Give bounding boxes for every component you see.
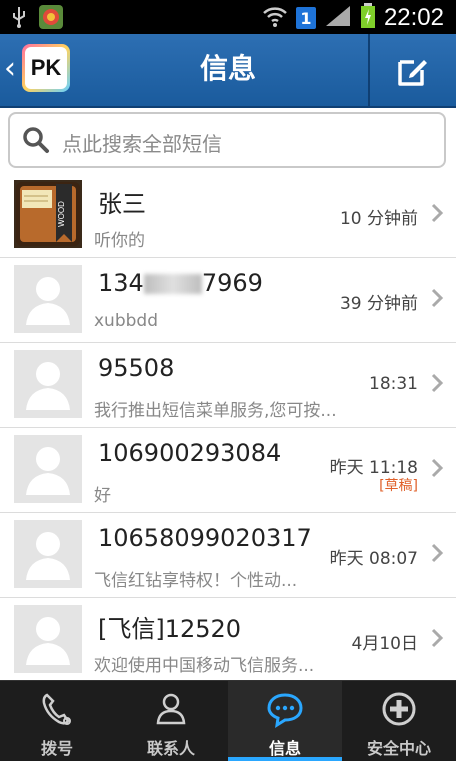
number-prefix: 134 [98, 269, 144, 297]
list-item[interactable]: 95508 我行推出短信菜单服务,您可按... 18:31 [0, 342, 456, 428]
signal-icon [324, 4, 352, 32]
message-time: 39 分钟前 [339, 294, 418, 314]
message-preview: 飞信红钻享特权！个性动... [94, 571, 298, 591]
list-item[interactable]: 10658099020317 飞信红钻享特权！个性动... 昨天 08:07 [0, 512, 456, 598]
app-notification-icon [38, 4, 64, 34]
app-header: ‹ PK 信息 [0, 34, 456, 108]
chevron-right-icon [430, 287, 444, 309]
contact-name: 张三 [98, 190, 146, 218]
avatar[interactable] [14, 265, 82, 333]
compose-icon[interactable] [396, 54, 430, 88]
list-item[interactable]: 134 7969 xubbdd 39 分钟前 [0, 257, 456, 343]
sim-slot-badge: 1 [295, 7, 316, 29]
default-contact-icon [14, 435, 82, 503]
contact-name: 134 7969 [98, 269, 263, 297]
contact-name: 95508 [98, 354, 175, 382]
message-time: 18:31 [369, 374, 418, 394]
default-contact-icon [14, 605, 82, 673]
avatar[interactable] [14, 350, 82, 418]
tab-label: 信息 [268, 739, 301, 758]
tab-security-center[interactable]: 安全中心 [342, 681, 456, 761]
clock: 22:02 [383, 4, 444, 31]
active-tab-indicator [228, 757, 342, 761]
draft-badge: [草稿] [379, 478, 418, 494]
contact-name: [飞信]12520 [98, 615, 242, 643]
avatar[interactable] [14, 605, 82, 673]
search-placeholder: 点此搜索全部短信 [62, 132, 222, 156]
tab-label: 安全中心 [366, 739, 431, 758]
avatar[interactable] [14, 435, 82, 503]
phone-icon [37, 689, 77, 729]
tab-label: 联系人 [146, 739, 195, 758]
contact-name: 106900293084 [98, 439, 282, 467]
svg-text:WOOD: WOOD [57, 201, 66, 227]
message-icon [265, 689, 305, 729]
contact-icon [151, 689, 191, 729]
tab-label: 拨号 [40, 739, 73, 758]
tab-messages[interactable]: 信息 [228, 681, 342, 761]
page-title: 信息 [199, 52, 256, 85]
chevron-right-icon [430, 372, 444, 394]
list-item[interactable]: 106900293084 好 昨天 11:18 [草稿] [0, 427, 456, 513]
bottom-nav: 拨号 联系人 信息 安全中心 [0, 680, 456, 761]
list-item[interactable]: [飞信]12520 欢迎使用中国移动飞信服务... 4月10日 [0, 597, 456, 683]
avatar[interactable]: WOOD [14, 180, 82, 248]
message-time: 昨天 08:07 [329, 549, 418, 569]
shield-plus-icon [379, 689, 419, 729]
search-box[interactable]: 点此搜索全部短信 [8, 112, 446, 168]
message-preview: xubbdd [94, 311, 158, 331]
tab-dialer[interactable]: 拨号 [0, 681, 114, 761]
message-preview: 欢迎使用中国移动飞信服务... [94, 656, 315, 676]
list-item[interactable]: WOOD 张三 听你的 10 分钟前 [0, 172, 456, 258]
wifi-icon [262, 4, 288, 32]
message-time: 10 分钟前 [339, 209, 418, 229]
header-divider [368, 34, 370, 106]
chevron-right-icon [430, 627, 444, 649]
battery-icon [360, 3, 376, 33]
default-contact-icon [14, 350, 82, 418]
contact-name: 10658099020317 [98, 524, 312, 552]
default-contact-icon [14, 265, 82, 333]
usb-icon [10, 5, 28, 33]
redacted-digits [143, 274, 202, 294]
message-preview: 我行推出短信菜单服务,您可按... [94, 401, 337, 421]
tab-contacts[interactable]: 联系人 [114, 681, 228, 761]
chevron-right-icon [430, 457, 444, 479]
search-icon [22, 126, 50, 154]
message-preview: 好 [94, 486, 111, 506]
message-preview: 听你的 [94, 231, 145, 251]
number-suffix: 7969 [201, 269, 263, 297]
wood-notebook-icon: WOOD [16, 182, 80, 246]
message-time: 4月10日 [351, 634, 418, 654]
avatar[interactable] [14, 520, 82, 588]
default-contact-icon [14, 520, 82, 588]
chevron-right-icon [430, 202, 444, 224]
status-bar: 1 22:02 [0, 0, 456, 34]
chevron-right-icon [430, 542, 444, 564]
